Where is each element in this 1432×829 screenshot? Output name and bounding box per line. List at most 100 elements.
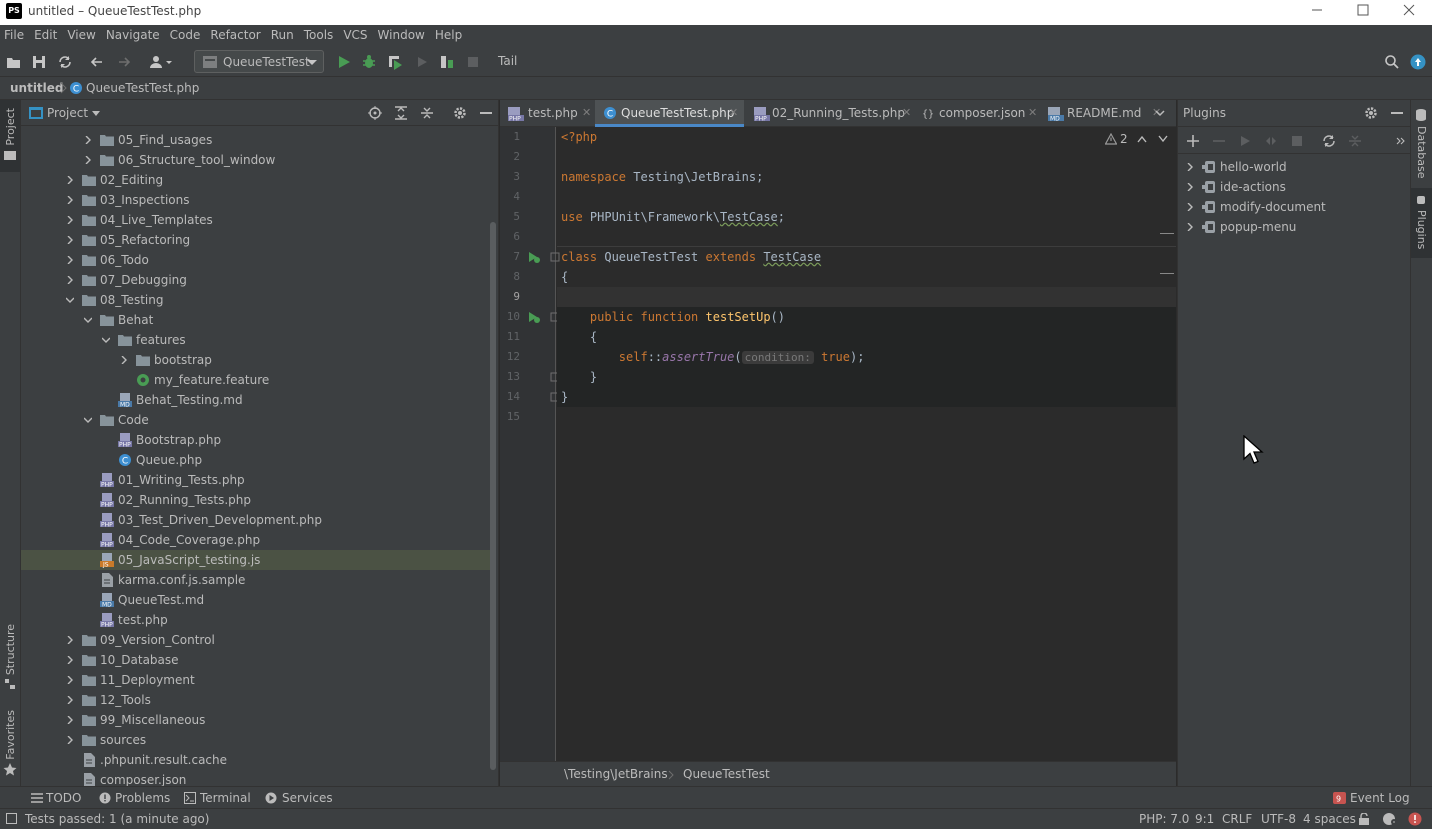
chevron-right-icon[interactable] [66,736,74,744]
tree-file-item[interactable]: PHP 04_Code_Coverage.php [21,530,491,550]
hide-panel-icon[interactable] [480,112,492,114]
update-available-icon[interactable] [1410,54,1426,70]
tab-composer-json[interactable]: {} composer.json ✕ [920,100,1040,127]
more-actions-icon[interactable] [1396,137,1406,145]
project-panel-title[interactable]: Project [47,106,88,120]
code-line-13[interactable]: } [561,367,597,387]
menu-view[interactable]: View [63,25,101,47]
tree-folder-item[interactable]: 10_Database [21,650,491,670]
chevron-right-icon[interactable] [66,696,74,704]
menu-file[interactable]: File [0,25,30,47]
tree-folder-item[interactable]: features [21,330,491,350]
chevron-right-icon[interactable] [66,216,74,224]
run-configuration-selector[interactable]: QueueTestTest [194,50,324,73]
chevron-right-icon[interactable] [66,716,74,724]
plugin-list-item[interactable]: modify-document [1178,197,1411,217]
collapse-icon[interactable] [1348,134,1362,148]
chevron-down-icon[interactable] [92,111,100,117]
search-icon[interactable] [1384,54,1400,70]
tree-file-item[interactable]: C Queue.php [21,450,491,470]
profile-icon[interactable] [414,54,430,70]
tree-file-item[interactable]: MD Behat_Testing.md [21,390,491,410]
stop-plugin-icon[interactable] [1290,134,1304,148]
menu-code[interactable]: Code [166,25,207,47]
tree-folder-item[interactable]: 04_Live_Templates [21,210,491,230]
tab-queuetesttest-php[interactable]: C QueueTestTest.php ✕ [595,100,744,127]
tree-folder-item[interactable]: 99_Miscellaneous [21,710,491,730]
previous-highlight-icon[interactable] [1137,135,1147,143]
tree-folder-item[interactable]: 12_Tools [21,690,491,710]
caret-position-widget[interactable]: 9:1 [1195,812,1214,826]
tab-readme-md[interactable]: MD README.md ✕ [1046,100,1161,127]
tree-folder-item[interactable]: 05_Find_usages [21,130,491,150]
tree-file-item[interactable]: PHP 02_Running_Tests.php [21,490,491,510]
menu-run[interactable]: Run [267,25,300,47]
tree-file-item[interactable]: composer.json [21,770,491,786]
synchronize-icon[interactable] [57,54,73,70]
tree-file-item[interactable]: JS 05_JavaScript_testing.js [21,550,491,570]
menu-tools[interactable]: Tools [300,25,340,47]
inspector-hector-icon[interactable] [1382,812,1398,826]
tree-folder-item[interactable]: 09_Version_Control [21,630,491,650]
status-message[interactable]: Tests passed: 1 (a minute ago) [25,812,209,826]
code-line-5[interactable]: use PHPUnit\Framework\TestCase; [561,207,785,227]
back-arrow-icon[interactable] [89,54,105,70]
tree-folder-item[interactable]: sources [21,730,491,750]
run-test-gutter-icon[interactable] [527,310,541,324]
tree-file-item[interactable]: .phpunit.result.cache [21,750,491,770]
run-icon[interactable] [336,54,352,70]
structure-tool-tab[interactable]: Structure [0,620,20,692]
tree-file-item[interactable]: karma.conf.js.sample [21,570,491,590]
tab-02-running-tests[interactable]: PHP 02_Running_Tests.php ✕ [752,100,914,127]
menu-edit[interactable]: Edit [30,25,63,47]
menu-navigate[interactable]: Navigate [102,25,166,47]
save-all-icon[interactable] [31,54,47,70]
chevron-down-icon[interactable] [102,336,110,344]
inspection-widget[interactable]: 2 [1105,132,1175,148]
tree-folder-item[interactable]: Code [21,410,491,430]
menu-vcs[interactable]: VCS [339,25,373,47]
chevron-right-icon[interactable] [66,676,74,684]
php-version-widget[interactable]: PHP: 7.0 [1139,812,1189,826]
tree-folder-item[interactable]: Behat [21,310,491,330]
chevron-right-icon[interactable] [1186,223,1194,231]
tree-file-item[interactable]: MD QueueTest.md [21,590,491,610]
tree-folder-item[interactable]: 03_Inspections [21,190,491,210]
chevron-right-icon[interactable] [66,176,74,184]
favorites-tool-tab[interactable]: Favorites [0,708,20,780]
run-with-coverage-icon[interactable] [387,54,403,70]
close-tab-icon[interactable]: ✕ [729,100,738,126]
close-window-button[interactable] [1386,0,1432,25]
open-folder-icon[interactable] [6,54,22,70]
tree-folder-item[interactable]: 11_Deployment [21,670,491,690]
gear-icon[interactable] [453,106,467,120]
gear-icon[interactable] [1364,106,1378,120]
todo-tool-button[interactable]: TODO [46,791,81,805]
tree-file-item[interactable]: my_feature.feature [21,370,491,390]
menu-help[interactable]: Help [431,25,468,47]
tree-file-item[interactable]: PHP 03_Test_Driven_Development.php [21,510,491,530]
tree-folder-item[interactable]: 05_Refactoring [21,230,491,250]
breadcrumb-namespace[interactable]: \Testing\JetBrains [564,767,668,781]
chevron-down-icon[interactable] [84,316,92,324]
close-tab-icon[interactable]: ✕ [582,100,591,126]
problems-tool-button[interactable]: Problems [115,791,170,805]
lock-icon[interactable] [1358,813,1370,825]
tree-folder-item[interactable]: 07_Debugging [21,270,491,290]
tree-file-item[interactable]: PHP Bootstrap.php [21,430,491,450]
tab-test-php[interactable]: PHP test.php ✕ [508,100,594,127]
chevron-right-icon[interactable] [66,236,74,244]
code-line-14[interactable]: } [561,387,568,407]
code-line-1[interactable]: <?php [561,127,597,147]
code-line-7[interactable]: class QueueTestTest extends TestCase [561,247,821,267]
tree-file-item[interactable]: PHP 01_Writing_Tests.php [21,470,491,490]
run-test-gutter-icon[interactable] [527,250,541,264]
chevron-right-icon[interactable] [66,256,74,264]
plugins-tool-tab[interactable]: Plugins [1411,188,1432,258]
maximize-button[interactable] [1340,0,1386,25]
close-tab-icon[interactable]: ✕ [1028,100,1037,126]
chevron-down-icon[interactable] [84,416,92,424]
chevron-right-icon[interactable] [84,136,92,144]
terminal-tool-button[interactable]: Terminal [200,791,251,805]
toggle-tool-windows-icon[interactable] [6,813,17,824]
